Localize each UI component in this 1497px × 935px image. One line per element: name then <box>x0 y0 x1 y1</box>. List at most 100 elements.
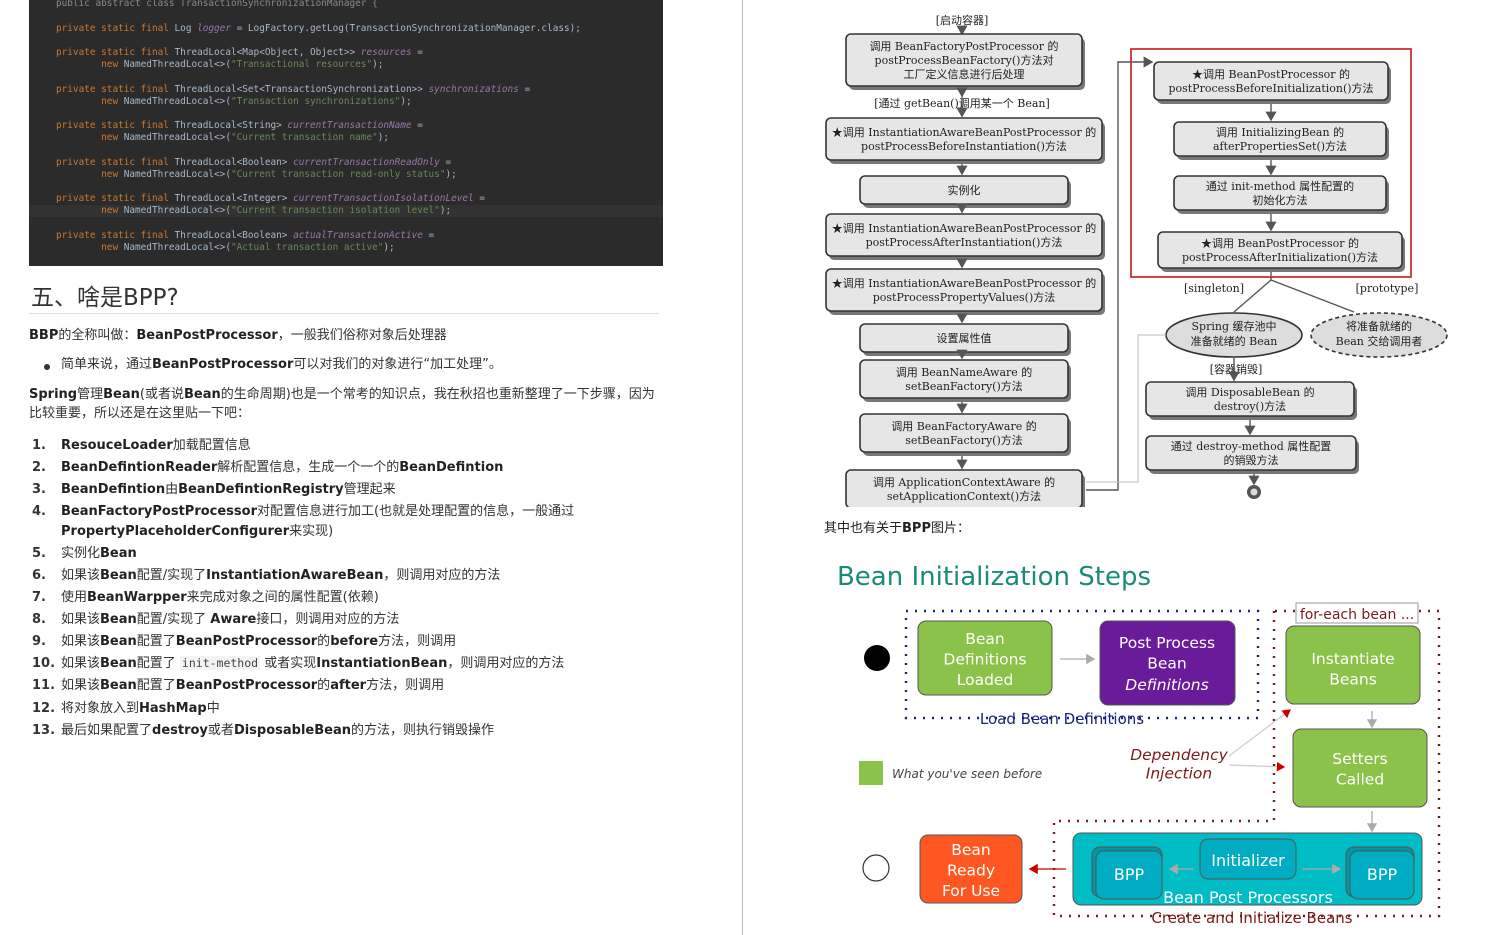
code-type: ThreadLocal<Boolean> <box>174 156 294 168</box>
step-number: 13. <box>32 722 56 738</box>
step-term: BeanDefintionRegistry <box>178 482 344 498</box>
term-bpp: BeanPostProcessor <box>136 328 278 343</box>
step-number: 2. <box>32 460 46 476</box>
code-close: ); <box>377 132 390 143</box>
definitions-text: Definitions <box>1125 676 1208 694</box>
initializer-text: Initializer <box>1211 851 1285 870</box>
code-type: ThreadLocal<Integer> <box>174 193 294 204</box>
step-item: 9. 如果该Bean配置了BeanPostProcessor的before方法，则… <box>32 632 652 652</box>
code-type: ThreadLocal<Set<TransactionSynchronizati… <box>174 83 429 95</box>
flow-left-step: 调用 BeanNameAware 的setBeanFactory()方法 <box>859 359 1071 402</box>
bullet-item: 简单来说，通过BeanPostProcessor可以对我们的对象进行“加工处理”… <box>61 355 502 374</box>
step-text: 来完成对象之间的属性配置(依赖) <box>186 590 379 606</box>
code-type: ThreadLocal<String> <box>174 120 288 131</box>
flow-box-text: setApplicationContext()方法 <box>887 489 1041 503</box>
bean-pool-text: Spring 缓存池中 <box>1192 319 1277 333</box>
step-text: 的 <box>317 678 331 694</box>
step-text: 将对象放入到 <box>61 700 140 716</box>
legend-text: What you've seen before <box>892 767 1042 781</box>
code-line-class-header: public abstract class TransactionSynchro… <box>56 0 378 9</box>
flow-box-text: postProcessBeanFactory()方法对 <box>875 53 1054 67</box>
code-field-name: currentTransactionIsolationLevel <box>293 193 474 204</box>
step-text: ，则调用对应的方法 <box>383 567 501 583</box>
code-assign: = <box>422 229 435 241</box>
post-process-text: Post Process <box>1119 634 1215 652</box>
code-assign: = <box>439 156 452 168</box>
step-text: 配置/实现了 <box>136 612 211 628</box>
step-term: Bean <box>100 612 137 628</box>
code-close: ); <box>372 59 384 70</box>
step-term: BeanDefintion <box>399 460 504 476</box>
flow-left-step: 调用 BeanFactoryAware 的setBeanFactory()方法 <box>859 413 1071 456</box>
step-term: Bean <box>100 634 137 650</box>
step-term: Bean <box>100 678 137 694</box>
step-term: ResouceLoader <box>61 438 173 453</box>
instantiate-beans-text: Instantiate <box>1311 650 1394 668</box>
bullet-text-2: 可以对我们的对象进行“加工处理”。 <box>293 357 502 372</box>
step-item: 12. 将对象放入到HashMap中 <box>32 699 652 719</box>
code-new-keyword: new <box>101 205 124 216</box>
di-arrow-2 <box>1228 761 1286 772</box>
flow-box-text: 通过 init-method 属性配置的 <box>1206 179 1354 193</box>
flow-box-text: postProcessBeforeInitialization()方法 <box>1168 81 1373 95</box>
code-field-name: actualTransactionActive <box>293 229 423 241</box>
intro-text-1: 的全称叫做： <box>58 328 137 343</box>
caption-term: BPP <box>902 521 931 536</box>
code-line-continuation: new NamedThreadLocal<>("Transaction sync… <box>29 96 663 108</box>
code-field-name: synchronizations <box>428 83 519 95</box>
code-type: ThreadLocal<Map<Object, Object>> <box>174 47 361 58</box>
code-assign: = <box>473 193 485 204</box>
step-item: 7. 使用BeanWarpper来完成对象之间的属性配置(依赖) <box>32 588 652 608</box>
step-code: init-method <box>179 656 261 671</box>
code-constructor: NamedThreadLocal<>( <box>123 132 231 143</box>
step-text: 使用 <box>61 590 88 606</box>
flow-box-text: setBeanFactory()方法 <box>905 433 1023 447</box>
step-text: 配置了 <box>136 634 176 650</box>
step-number: 8. <box>32 612 46 628</box>
step-term: InstantiationBean <box>316 656 448 672</box>
code-keywords: private static final <box>56 47 175 58</box>
step-term: PropertyPlaceholderConfigurer <box>61 523 290 539</box>
step-number: 5. <box>32 545 46 561</box>
code-field-name: currentTransactionReadOnly <box>293 156 440 168</box>
step-term: DisposableBean <box>233 722 352 738</box>
step-text: 如果该 <box>61 678 101 694</box>
step-term: HashMap <box>139 700 207 716</box>
step-item: 3. BeanDefintion由BeanDefintionRegistry管理起… <box>32 480 652 500</box>
term-bean-2: Bean <box>183 387 221 402</box>
code-new-keyword: new <box>101 132 124 143</box>
flow-left-step: 设置属性值 <box>859 323 1071 356</box>
bullet-dot <box>44 364 50 370</box>
code-line-continuation: new NamedThreadLocal<>("Current transact… <box>29 169 663 181</box>
bullet-text-1: 简单来说，通过 <box>61 357 153 372</box>
bean-definitions-loaded-text: Definitions <box>943 651 1026 669</box>
step-term: BeanFactoryPostProcessor <box>61 504 258 520</box>
flow-box-text: 调用 BeanFactoryAware 的 <box>891 419 1037 433</box>
flow-box-text: afterPropertiesSet()方法 <box>1213 139 1347 153</box>
step-text: 的方法，则执行销毁操作 <box>351 722 495 738</box>
code-new-keyword: new <box>101 241 124 253</box>
section-heading: 五、啥是BPP? <box>31 285 179 311</box>
start-node <box>864 645 890 671</box>
flow-box-text: 调用 BeanFactoryPostProcessor 的 <box>869 39 1058 53</box>
code-string: "Actual transaction active" <box>230 241 384 253</box>
bean-initialization-steps-diagram: Bean Initialization Steps Load Bean Defin… <box>837 562 1441 927</box>
foreach-label: for-each bean ... <box>1300 607 1414 623</box>
flow-destroy-step: 调用 DisposableBean 的destroy()方法 <box>1145 381 1357 420</box>
step-text: 解析配置信息，生成一个一个的 <box>217 460 400 476</box>
code-type: ThreadLocal<Boolean> <box>174 229 294 241</box>
flow-left-step: 调用 ApplicationContextAware 的setApplicati… <box>845 469 1085 507</box>
heading-rule <box>29 313 659 314</box>
flow-box-text: ★调用 InstantiationAwareBeanPostProcessor … <box>832 125 1096 139</box>
step-text: 或者 <box>207 722 234 738</box>
bean-definitions-loaded-text: Bean <box>965 630 1005 648</box>
step-text: 的 <box>317 634 331 650</box>
step-number: 6. <box>32 567 46 583</box>
flow-box-text: ★调用 BeanPostProcessor 的 <box>1201 236 1359 250</box>
step-text: 如果该 <box>61 656 101 672</box>
code-line: private static final ThreadLocal<String>… <box>29 120 663 132</box>
init-diagram-title: Bean Initialization Steps <box>837 562 1151 592</box>
flow-box-text: 通过 destroy-method 属性配置 <box>1171 439 1332 453</box>
post-process-text: Bean <box>1147 655 1187 673</box>
step-number: 1. <box>32 438 46 453</box>
